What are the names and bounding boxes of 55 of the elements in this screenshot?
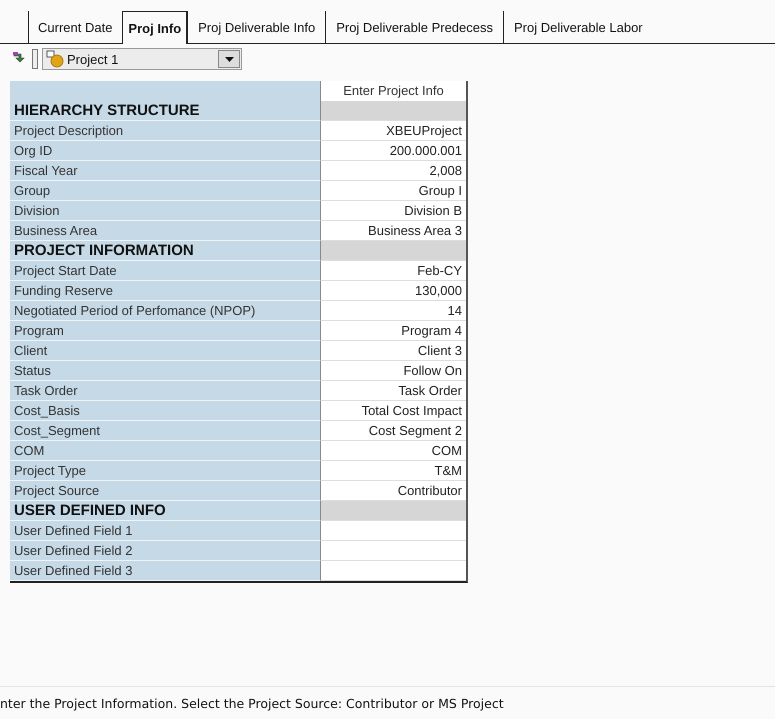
caret-icon: [224, 56, 234, 62]
tab[interactable]: Proj Deliverable Labor: [503, 11, 653, 43]
tab[interactable]: Proj Info: [122, 11, 188, 44]
field-label: Project Type: [10, 461, 320, 481]
tab[interactable]: Proj Deliverable Info: [187, 11, 326, 43]
value-cell[interactable]: Group I: [320, 181, 466, 201]
field-label: Cost_Basis: [10, 401, 320, 421]
field-label: Program: [10, 321, 320, 341]
field-label: Division: [10, 201, 320, 221]
value-cell[interactable]: 2,008: [320, 161, 466, 181]
field-label: Fiscal Year: [10, 161, 320, 181]
field-label: User Defined Field 2: [10, 541, 320, 561]
field-label: Business Area: [10, 221, 320, 241]
field-label: User Defined Field 1: [10, 521, 320, 541]
field-label: User Defined Field 3: [10, 561, 320, 581]
value-cell[interactable]: Task Order: [320, 381, 466, 401]
field-label: Negotiated Period of Perfomance (NPOP): [10, 301, 320, 321]
status-text: nter the Project Information. Select the Project Source: Contributor or MS Project: [0, 686, 775, 719]
project-icon: [46, 50, 64, 68]
value-cell[interactable]: XBEUProject: [320, 121, 466, 141]
value-cell[interactable]: Client 3: [320, 341, 466, 361]
field-label: Status: [10, 361, 320, 381]
field-label: Funding Reserve: [10, 281, 320, 301]
value-cell[interactable]: Feb-CY: [320, 261, 466, 281]
value-cell[interactable]: Division B: [320, 201, 466, 221]
value-cell[interactable]: Program 4: [320, 321, 466, 341]
field-label: Project Start Date: [10, 261, 320, 281]
value-cell[interactable]: Business Area 3: [320, 221, 466, 241]
value-cell[interactable]: Cost Segment 2: [320, 421, 466, 441]
field-label: Task Order: [10, 381, 320, 401]
value-cell[interactable]: COM: [320, 441, 466, 461]
value-cell[interactable]: Contributor: [320, 481, 466, 501]
column-header: Enter Project Info: [320, 81, 466, 101]
value-cell[interactable]: 200.000.001: [320, 141, 466, 161]
tab[interactable]: Proj Deliverable Predecess: [325, 11, 503, 43]
toolbar-grip[interactable]: [32, 49, 38, 69]
value-cell[interactable]: Total Cost Impact: [320, 401, 466, 421]
value-cell[interactable]: [320, 541, 466, 561]
value-cell[interactable]: 130,000: [320, 281, 466, 301]
field-label: Project Source: [10, 481, 320, 501]
field-label: Org ID: [10, 141, 320, 161]
value-cell[interactable]: T&M: [320, 461, 466, 481]
section-heading: PROJECT INFORMATION: [10, 241, 320, 261]
field-label: Client: [10, 341, 320, 361]
field-label: COM: [10, 441, 320, 461]
project-dropdown[interactable]: Project 1: [42, 48, 242, 70]
field-label: Cost_Segment: [10, 421, 320, 441]
field-label: Project Description: [10, 121, 320, 141]
section-heading: HIERARCHY STRUCTURE: [10, 101, 320, 121]
value-cell[interactable]: Follow On: [320, 361, 466, 381]
value-cell[interactable]: 14: [320, 301, 466, 321]
value-cell[interactable]: [320, 561, 466, 581]
value-cell[interactable]: [320, 521, 466, 541]
section-heading: USER DEFINED INFO: [10, 501, 320, 521]
field-label: Group: [10, 181, 320, 201]
